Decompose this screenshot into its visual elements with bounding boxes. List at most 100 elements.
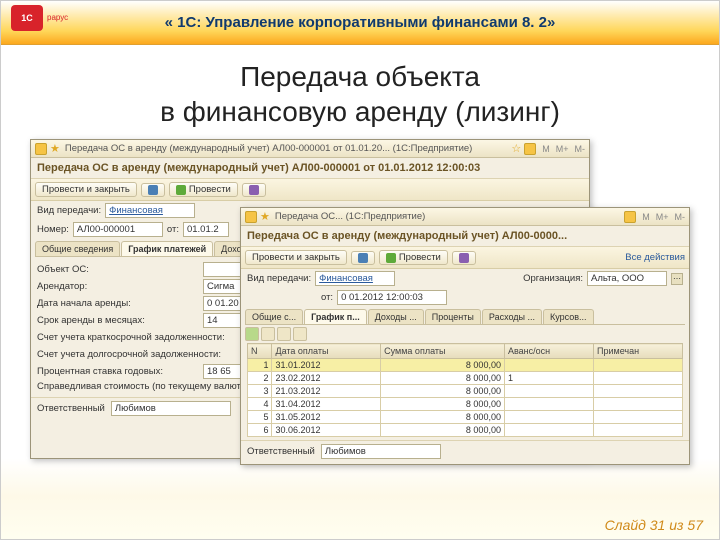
window-subtitle: Передача ОС в аренду (международный учет… bbox=[31, 158, 589, 179]
window2-subtitle: Передача ОС в аренду (международный учет… bbox=[241, 226, 689, 247]
favorite-icon[interactable]: ★ bbox=[50, 142, 60, 155]
transfer-type-field2[interactable]: Финансовая bbox=[315, 271, 395, 286]
lookup-icon[interactable]: ⋯ bbox=[671, 273, 683, 285]
tab2-schedule[interactable]: График п... bbox=[304, 309, 367, 324]
col-sum[interactable]: Сумма оплаты bbox=[381, 344, 505, 359]
add-row-icon[interactable] bbox=[245, 327, 259, 341]
toolbar-extra-icon[interactable]: ☆ bbox=[511, 142, 521, 155]
post-label: Провести bbox=[399, 252, 441, 263]
lessee-label: Арендатор: bbox=[37, 281, 197, 292]
report-button[interactable] bbox=[452, 251, 476, 265]
table-row[interactable]: 131.01.20128 000,00 bbox=[248, 359, 683, 372]
col-date[interactable]: Дата оплаты bbox=[272, 344, 381, 359]
logo-badge: 1С bbox=[11, 5, 43, 31]
all-actions-link[interactable]: Все действия bbox=[625, 252, 685, 263]
delete-row-icon[interactable] bbox=[261, 327, 275, 341]
post-button[interactable]: Провести bbox=[169, 182, 238, 197]
slide-footer: Слайд 31 из 57 bbox=[605, 517, 703, 533]
post-close-label: Провести и закрыть bbox=[252, 252, 340, 263]
tab2-interest[interactable]: Проценты bbox=[425, 309, 481, 324]
col-note[interactable]: Примечан bbox=[594, 344, 683, 359]
logo: 1С рарус bbox=[11, 5, 68, 31]
tab2-currency[interactable]: Курсов... bbox=[543, 309, 594, 324]
table-toolbar bbox=[245, 327, 685, 341]
titlebar-text: Передача ОС в аренду (международный учет… bbox=[65, 143, 472, 154]
table-row[interactable]: 223.02.20128 000,001 bbox=[248, 372, 683, 385]
date-from-label2: от: bbox=[321, 292, 333, 303]
start-date-label: Дата начала аренды: bbox=[37, 298, 197, 309]
save-icon bbox=[358, 253, 368, 263]
m-plus-badge[interactable]: M+ bbox=[656, 212, 669, 222]
post-label: Провести bbox=[189, 184, 231, 195]
months-label: Срок аренды в месяцах: bbox=[37, 315, 197, 326]
report-button[interactable] bbox=[242, 183, 266, 197]
post-and-close-button[interactable]: Провести и закрыть bbox=[35, 182, 137, 197]
header-title: « 1С: Управление корпоративными финансам… bbox=[165, 14, 556, 31]
toolbar2: Провести и закрыть Провести Все действия bbox=[241, 247, 689, 269]
tab-schedule[interactable]: График платежей bbox=[121, 241, 213, 256]
col-adv[interactable]: Аванс/осн bbox=[504, 344, 593, 359]
date-from-label: от: bbox=[167, 224, 179, 235]
screenshot-stage: ★ Передача ОС в аренду (международный уч… bbox=[30, 139, 690, 479]
org-label: Организация: bbox=[523, 273, 583, 284]
payment-schedule-table[interactable]: N Дата оплаты Сумма оплаты Аванс/осн При… bbox=[247, 343, 683, 437]
post-icon bbox=[386, 253, 396, 263]
post-button[interactable]: Провести bbox=[379, 250, 448, 265]
move-down-icon[interactable] bbox=[293, 327, 307, 341]
window2-footer: Ответственный Любимов bbox=[241, 440, 689, 462]
slide-title: Передача объекта в финансовую аренду (ли… bbox=[1, 59, 719, 129]
tab2-general[interactable]: Общие с... bbox=[245, 309, 303, 324]
org-field[interactable]: Альта, ООО bbox=[587, 271, 667, 286]
app-icon bbox=[245, 211, 257, 223]
report-icon bbox=[459, 253, 469, 263]
m-badge[interactable]: M bbox=[642, 212, 650, 222]
responsible-field[interactable]: Любимов bbox=[111, 401, 231, 416]
tab2-expense[interactable]: Расходы ... bbox=[482, 309, 542, 324]
m-badge[interactable]: M bbox=[542, 144, 550, 154]
long-acct-label: Счет учета долгосрочной задолженности: bbox=[37, 349, 237, 360]
move-up-icon[interactable] bbox=[277, 327, 291, 341]
table-row[interactable]: 431.04.20128 000,00 bbox=[248, 398, 683, 411]
slide-title-l2: в финансовую аренду (лизинг) bbox=[160, 96, 560, 127]
date-field2[interactable]: 0 01.2012 12:00:03 bbox=[337, 290, 447, 305]
toolbar: Провести и закрыть Провести bbox=[31, 179, 589, 201]
number-label: Номер: bbox=[37, 224, 69, 235]
tab-general[interactable]: Общие сведения bbox=[35, 241, 120, 256]
save-button[interactable] bbox=[141, 183, 165, 197]
post-icon bbox=[176, 185, 186, 195]
titlebar2[interactable]: ★ Передача ОС... (1С:Предприятие) M M+ M… bbox=[241, 208, 689, 226]
short-acct-label: Счет учета краткосрочной задолженности: bbox=[37, 332, 237, 343]
post-and-close-button[interactable]: Провести и закрыть bbox=[245, 250, 347, 265]
table-row[interactable]: 321.03.20128 000,00 bbox=[248, 385, 683, 398]
number-field[interactable]: АЛ00-000001 bbox=[73, 222, 163, 237]
slide-title-l1: Передача объекта bbox=[240, 61, 480, 92]
col-n[interactable]: N bbox=[248, 344, 272, 359]
tabs2: Общие с... График п... Доходы ... Процен… bbox=[245, 309, 685, 325]
transfer-type-label: Вид передачи: bbox=[37, 205, 101, 216]
slide-header: 1С рарус « 1С: Управление корпоративными… bbox=[1, 1, 719, 45]
m-plus-badge[interactable]: M+ bbox=[556, 144, 569, 154]
save-button[interactable] bbox=[351, 251, 375, 265]
responsible-label: Ответственный bbox=[37, 403, 105, 414]
rate-label: Процентная ставка годовых: bbox=[37, 366, 197, 377]
table-row[interactable]: 531.05.20128 000,00 bbox=[248, 411, 683, 424]
save-icon bbox=[148, 185, 158, 195]
m-minus-badge[interactable]: M- bbox=[675, 212, 686, 222]
favorite-icon[interactable]: ★ bbox=[260, 210, 270, 223]
app-icon bbox=[35, 143, 47, 155]
window-schedule: ★ Передача ОС... (1С:Предприятие) M M+ M… bbox=[240, 207, 690, 465]
m-minus-badge[interactable]: M- bbox=[575, 144, 586, 154]
responsible-field2[interactable]: Любимов bbox=[321, 444, 441, 459]
titlebar2-text: Передача ОС... (1С:Предприятие) bbox=[275, 211, 425, 222]
titlebar[interactable]: ★ Передача ОС в аренду (международный уч… bbox=[31, 140, 589, 158]
date-field[interactable]: 01.01.2 bbox=[183, 222, 229, 237]
calc-icon[interactable] bbox=[524, 143, 536, 155]
post-close-label: Провести и закрыть bbox=[42, 184, 130, 195]
os-label: Объект ОС: bbox=[37, 264, 197, 275]
transfer-type-label2: Вид передачи: bbox=[247, 273, 311, 284]
calc-icon[interactable] bbox=[624, 211, 636, 223]
transfer-type-field[interactable]: Финансовая bbox=[105, 203, 195, 218]
tab2-income[interactable]: Доходы ... bbox=[368, 309, 424, 324]
table-row[interactable]: 630.06.20128 000,00 bbox=[248, 424, 683, 437]
responsible-label2: Ответственный bbox=[247, 446, 315, 457]
